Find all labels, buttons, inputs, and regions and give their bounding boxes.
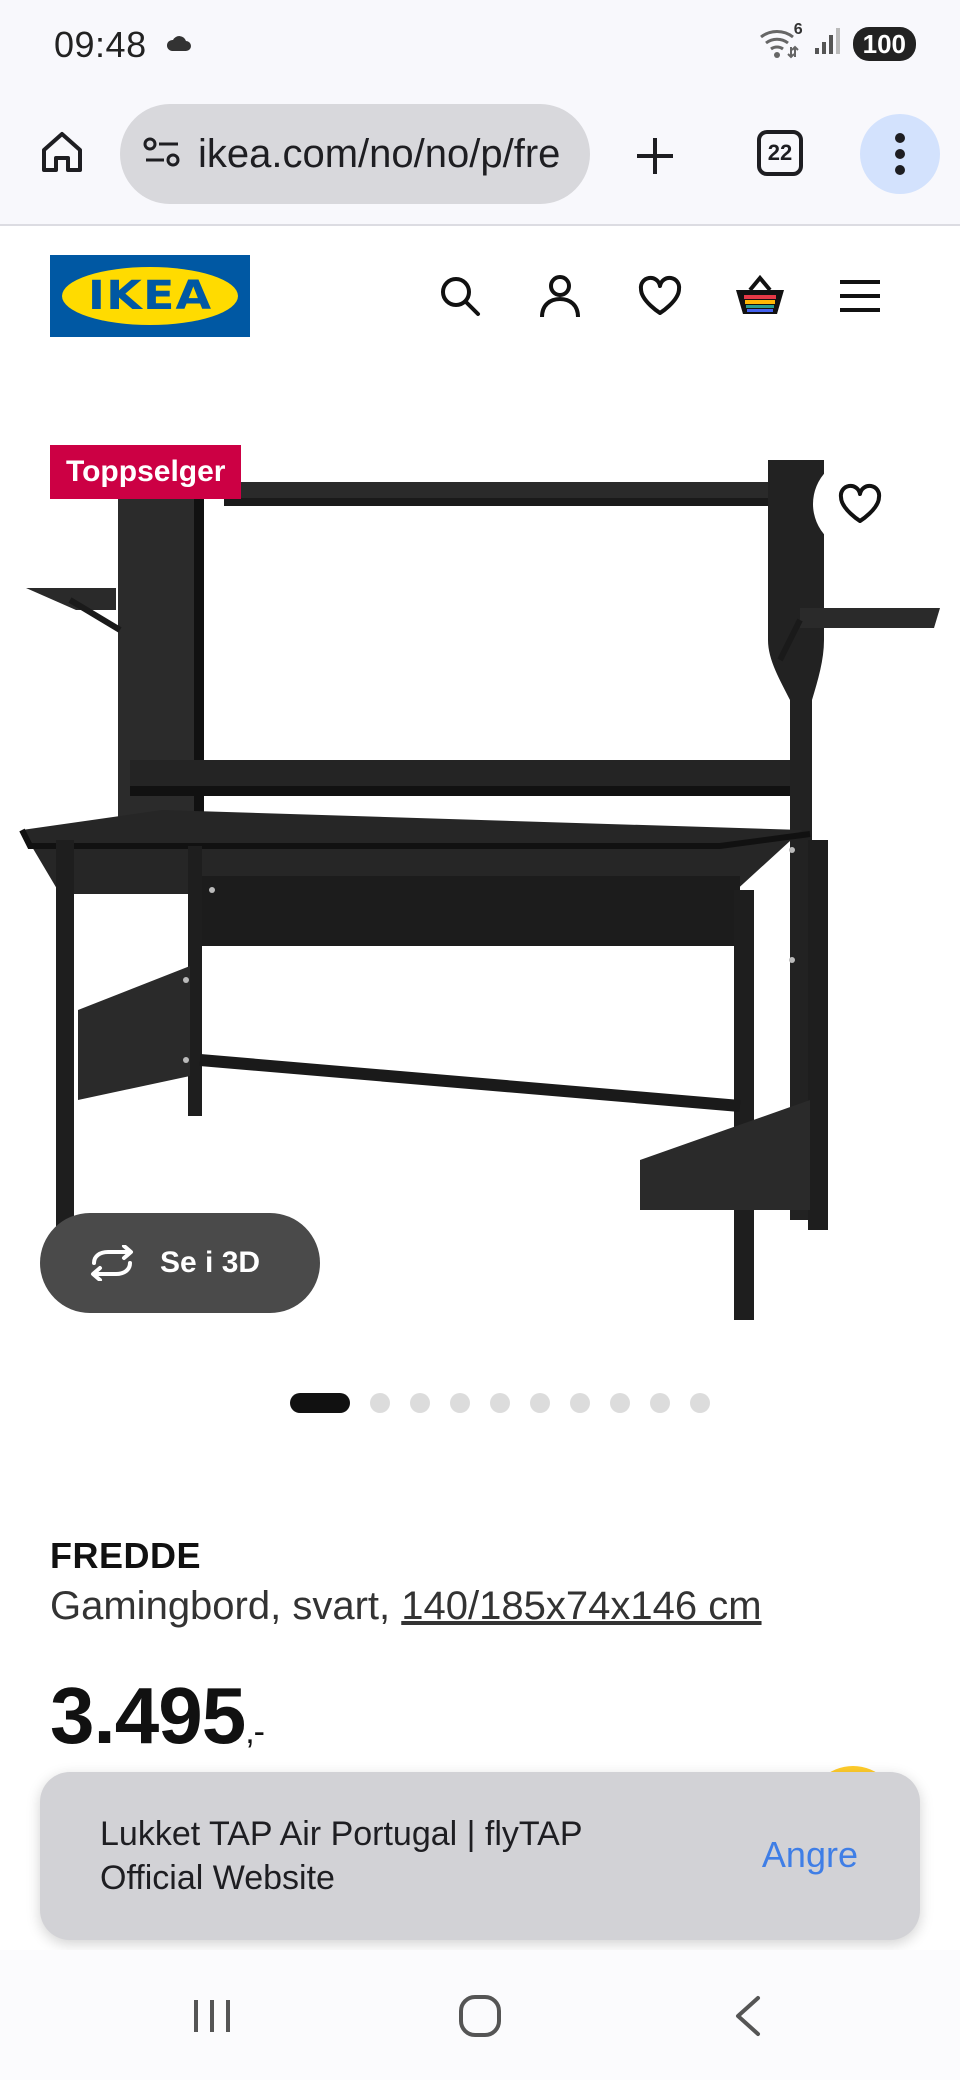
status-bar: 09:48 6 100 — [0, 0, 960, 92]
gallery-dot[interactable] — [450, 1393, 470, 1413]
url-text: ikea.com/no/no/p/fre — [198, 131, 561, 176]
ikea-logo[interactable]: IKEA — [50, 255, 250, 337]
product-description: Gamingbord, svart, 140/185x74x146 cm — [50, 1584, 762, 1629]
site-header: IKEA — [0, 228, 960, 358]
gallery-dot[interactable] — [370, 1393, 390, 1413]
more-vertical-icon — [895, 133, 905, 175]
product-image[interactable] — [0, 420, 960, 1340]
main-menu-button[interactable] — [834, 270, 886, 322]
gaming-desk-illustration — [19, 460, 940, 1320]
gallery-pagination — [290, 1393, 710, 1413]
new-tab-button[interactable] — [625, 126, 685, 186]
view-in-3d-label: Se i 3D — [160, 1246, 261, 1279]
product-dimensions-link[interactable]: 140/185x74x146 cm — [401, 1584, 761, 1628]
heart-icon — [838, 483, 882, 523]
gallery-dot[interactable] — [610, 1393, 630, 1413]
search-icon — [441, 277, 480, 316]
basket-icon — [736, 274, 784, 314]
home-circle-icon — [459, 1995, 501, 2037]
home-icon — [42, 132, 82, 172]
battery-indicator: 100 — [852, 26, 916, 61]
snackbar: Lukket TAP Air Portugal | flyTAP Officia… — [40, 1772, 920, 1940]
view-in-3d-button[interactable]: Se i 3D — [40, 1213, 320, 1313]
add-to-wishlist-button[interactable] — [813, 457, 907, 551]
browser-menu-button[interactable] — [860, 114, 940, 194]
site-settings-icon[interactable] — [142, 134, 182, 175]
account-icon — [540, 275, 580, 318]
product-name: FREDDE — [50, 1535, 202, 1576]
recent-apps-button[interactable] — [182, 1986, 242, 2046]
system-nav-bar — [0, 1950, 960, 2080]
gallery-dot[interactable] — [490, 1393, 510, 1413]
rotate-3d-icon — [91, 1245, 133, 1281]
gallery-dot[interactable] — [530, 1393, 550, 1413]
gallery-dot[interactable] — [290, 1393, 350, 1413]
price-value: 3.495 — [50, 1671, 246, 1760]
basket-button[interactable] — [734, 270, 786, 322]
browser-toolbar: ikea.com/no/no/p/fre 22 — [0, 92, 960, 226]
search-button[interactable] — [434, 270, 486, 322]
back-button[interactable] — [718, 1986, 778, 2046]
product-price: 3.495,- — [50, 1670, 265, 1762]
wifi-icon: 6 — [759, 21, 803, 61]
gallery-dot[interactable] — [650, 1393, 670, 1413]
favourites-button[interactable] — [634, 270, 686, 322]
menu-icon — [840, 280, 880, 312]
wifi-badge: 6 — [793, 20, 803, 38]
recent-apps-icon — [194, 2000, 230, 2032]
snackbar-message: Lukket TAP Air Portugal | flyTAP Officia… — [100, 1815, 582, 1897]
product-type: Gamingbord, svart, — [50, 1584, 391, 1628]
undo-button[interactable]: Angre — [762, 1834, 858, 1876]
top-seller-badge: Toppselger — [50, 445, 242, 499]
back-icon — [736, 1996, 760, 2036]
home-button[interactable] — [34, 124, 90, 180]
home-nav-button[interactable] — [450, 1986, 510, 2046]
status-time: 09:48 — [54, 24, 147, 65]
signal-icon — [813, 26, 843, 61]
status-indicators: 6 100 — [759, 21, 916, 61]
plus-icon — [637, 138, 673, 174]
gallery-dot[interactable] — [570, 1393, 590, 1413]
account-button[interactable] — [534, 270, 586, 322]
address-bar[interactable]: ikea.com/no/no/p/fre — [120, 104, 590, 204]
gallery-dot[interactable] — [690, 1393, 710, 1413]
logo-text: IKEA — [87, 273, 213, 319]
price-suffix: ,- — [245, 1713, 265, 1751]
cloud-icon — [166, 34, 192, 57]
gallery-dot[interactable] — [410, 1393, 430, 1413]
heart-icon — [638, 275, 682, 315]
tab-switcher-button[interactable]: 22 — [757, 130, 803, 176]
